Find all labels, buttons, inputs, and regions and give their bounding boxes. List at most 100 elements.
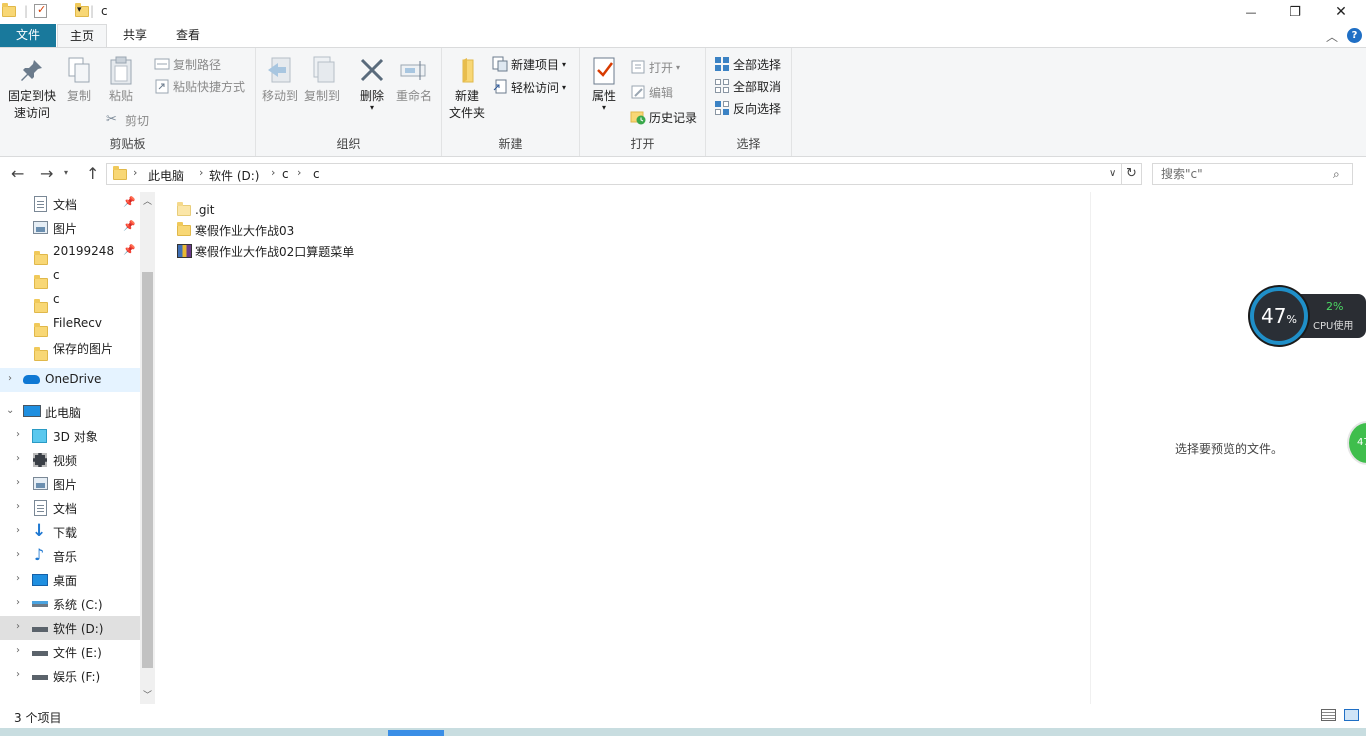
- collapse-ribbon-icon[interactable]: ︿: [1326, 28, 1338, 45]
- paste-shortcut-button[interactable]: 粘贴快捷方式: [154, 76, 245, 96]
- properties-button[interactable]: 属性 ▾: [586, 54, 622, 112]
- drive-icon: [32, 627, 48, 632]
- chevron-right-icon[interactable]: ›: [16, 669, 20, 680]
- chevron-down-icon[interactable]: ⌄: [6, 405, 14, 416]
- invert-selection-button[interactable]: 反向选择: [714, 98, 781, 118]
- breadcrumb-drive-d[interactable]: 软件 (D:): [209, 167, 259, 184]
- address-history-chevron-icon[interactable]: ∨: [1109, 168, 1116, 179]
- breadcrumb-this-pc[interactable]: 此电脑: [148, 167, 184, 184]
- select-all-button[interactable]: 全部选择: [714, 54, 781, 74]
- easy-access-label: 轻松访问: [511, 80, 560, 95]
- nav-drive-c[interactable]: › 系统 (C:): [0, 592, 140, 616]
- nav-desktop[interactable]: › 桌面: [0, 568, 140, 592]
- nav-quick-c-2[interactable]: c: [0, 288, 140, 313]
- nav-quick-docs[interactable]: 文档 📌: [0, 192, 140, 216]
- preview-empty-text: 选择要预览的文件。: [1175, 442, 1284, 456]
- nav-3d-objects[interactable]: › 3D 对象: [0, 424, 140, 448]
- chevron-right-icon[interactable]: ›: [16, 621, 20, 632]
- cpu-monitor-widget[interactable]: 2% CPU使用 47%: [1250, 287, 1366, 345]
- nav-scrollbar[interactable]: ︿ ﹀: [140, 192, 155, 704]
- scroll-down-icon[interactable]: ﹀: [143, 688, 152, 701]
- easy-access-button[interactable]: 轻松访问 ▾: [492, 77, 566, 97]
- chevron-right-icon[interactable]: ›: [16, 429, 20, 440]
- breadcrumb-separator-icon[interactable]: ›: [199, 166, 203, 179]
- tab-view[interactable]: 查看: [166, 24, 210, 48]
- select-none-button[interactable]: 全部取消: [714, 76, 781, 96]
- nav-quick-c-1[interactable]: c: [0, 264, 140, 289]
- list-item[interactable]: 寒假作业大作战02口算题菜单: [177, 241, 354, 261]
- search-input[interactable]: 搜索"c" ⌕: [1152, 163, 1353, 185]
- copy-path-button[interactable]: 复制路径: [154, 54, 221, 74]
- nav-drive-f[interactable]: › 娱乐 (F:): [0, 664, 140, 688]
- chevron-right-icon[interactable]: ›: [8, 373, 12, 384]
- help-icon[interactable]: ?: [1347, 28, 1362, 43]
- pin-icon[interactable]: 📌: [123, 245, 135, 256]
- download-icon: ↓: [32, 521, 47, 541]
- nav-label: 3D 对象: [53, 430, 98, 444]
- scrollbar-thumb[interactable]: [142, 272, 153, 668]
- chevron-right-icon[interactable]: ›: [16, 549, 20, 560]
- forward-arrow-icon[interactable]: →: [40, 164, 53, 183]
- nav-quick-pictures[interactable]: 图片 📌: [0, 216, 140, 240]
- move-to-button[interactable]: 移动到: [260, 54, 300, 105]
- nav-quick-20199248[interactable]: 20199248 📌: [0, 240, 140, 265]
- breadcrumb-separator-icon[interactable]: ›: [133, 166, 137, 179]
- nav-music[interactable]: › ♪ 音乐: [0, 544, 140, 568]
- tab-share[interactable]: 共享: [113, 24, 157, 48]
- nav-downloads[interactable]: › ↓ 下载: [0, 520, 140, 544]
- cut-button[interactable]: ✂ 剪切: [106, 110, 149, 130]
- details-view-icon[interactable]: [1321, 709, 1336, 721]
- close-button[interactable]: ✕: [1318, 0, 1364, 24]
- pin-icon[interactable]: 📌: [123, 197, 135, 208]
- nav-drive-d[interactable]: › 软件 (D:): [0, 616, 140, 640]
- clipboard-group-label: 剪贴板: [109, 137, 146, 151]
- up-arrow-icon[interactable]: ↑: [86, 164, 99, 183]
- breadcrumb-separator-icon[interactable]: ›: [297, 166, 301, 179]
- back-arrow-icon[interactable]: ←: [11, 164, 24, 183]
- chevron-right-icon[interactable]: ›: [16, 453, 20, 464]
- breadcrumb-folder-c-current[interactable]: c: [313, 167, 320, 181]
- scroll-up-icon[interactable]: ︿: [143, 194, 152, 207]
- paste-button[interactable]: 粘贴: [104, 54, 138, 105]
- nav-pictures[interactable]: › 图片: [0, 472, 140, 496]
- edit-button[interactable]: 编辑: [630, 82, 673, 102]
- address-box[interactable]: › 此电脑 › 软件 (D:) › c › c ∨: [106, 163, 1122, 185]
- tab-file[interactable]: 文件: [0, 24, 56, 48]
- nav-this-pc[interactable]: ⌄ 此电脑: [0, 400, 140, 424]
- nav-drive-e[interactable]: › 文件 (E:): [0, 640, 140, 664]
- tab-home[interactable]: 主页: [57, 24, 107, 48]
- new-folder-button[interactable]: 新建 文件夹: [446, 54, 488, 122]
- pin-quick-access-button[interactable]: 固定到快 速访问: [4, 54, 60, 122]
- list-item[interactable]: 寒假作业大作战03: [177, 220, 294, 240]
- refresh-button[interactable]: ↻: [1122, 163, 1142, 185]
- minimize-button[interactable]: —: [1228, 0, 1274, 24]
- taskbar-active-app[interactable]: [388, 730, 444, 736]
- new-item-button[interactable]: 新建项目 ▾: [492, 54, 566, 74]
- customize-toolbar-chevron-icon[interactable]: ▾: [77, 5, 82, 15]
- chevron-right-icon[interactable]: ›: [16, 477, 20, 488]
- nav-quick-filerecv[interactable]: FileRecv: [0, 312, 140, 337]
- chevron-right-icon[interactable]: ›: [16, 525, 20, 536]
- history-button[interactable]: 历史记录: [630, 107, 697, 127]
- chevron-right-icon[interactable]: ›: [16, 501, 20, 512]
- list-item[interactable]: .git: [177, 200, 214, 220]
- nav-quick-saved-pictures[interactable]: 保存的图片: [0, 336, 140, 361]
- copy-to-button[interactable]: 复制到: [302, 54, 342, 105]
- delete-button[interactable]: 删除 ▾: [354, 54, 390, 112]
- large-icons-view-icon[interactable]: [1344, 709, 1359, 721]
- pin-icon[interactable]: 📌: [123, 221, 135, 232]
- nav-onedrive[interactable]: › OneDrive: [0, 368, 140, 392]
- copy-button[interactable]: 复制: [62, 54, 96, 105]
- recent-locations-chevron-icon[interactable]: ▾: [64, 168, 68, 177]
- breadcrumb-separator-icon[interactable]: ›: [271, 166, 275, 179]
- chevron-right-icon[interactable]: ›: [16, 645, 20, 656]
- chevron-right-icon[interactable]: ›: [16, 597, 20, 608]
- breadcrumb-folder-c[interactable]: c: [282, 167, 289, 181]
- chevron-right-icon[interactable]: ›: [16, 573, 20, 584]
- nav-documents[interactable]: › 文档: [0, 496, 140, 520]
- properties-quick-icon[interactable]: ✓: [34, 3, 47, 18]
- open-button[interactable]: 打开 ▾: [630, 57, 680, 77]
- nav-videos[interactable]: › 视频: [0, 448, 140, 472]
- rename-button[interactable]: 重命名: [394, 54, 434, 105]
- maximize-button[interactable]: ❐: [1272, 0, 1318, 24]
